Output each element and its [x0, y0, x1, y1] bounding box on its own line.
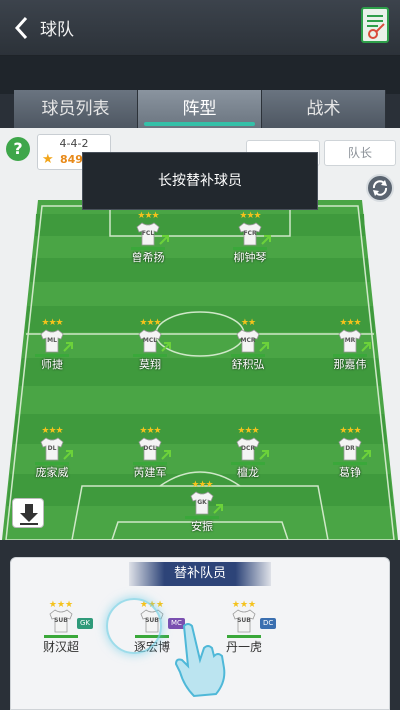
- player-position: DR: [345, 445, 355, 452]
- player-position: MCL: [142, 337, 158, 344]
- player-name: 庞家威: [35, 466, 69, 479]
- top-bar: 球队: [0, 0, 400, 56]
- page-title: 球队: [40, 20, 74, 40]
- rating-star-icon: ★: [42, 152, 54, 167]
- player-position: SUB: [54, 617, 68, 624]
- player-dcl[interactable]: ★★★ DCL 芮建军: [120, 426, 180, 488]
- green-arrow-icon: [63, 342, 73, 352]
- player-position: ML: [47, 337, 57, 344]
- tab-player-list[interactable]: 球员列表: [14, 90, 138, 128]
- green-arrow-icon: [361, 450, 371, 460]
- player-fcr[interactable]: ★★★ FCR 柳钟琴: [220, 211, 280, 273]
- help-icon[interactable]: ?: [6, 137, 30, 161]
- substitute-player[interactable]: ★★★ SUB DC 丹一虎: [224, 600, 294, 670]
- green-arrow-icon: [261, 235, 271, 245]
- player-name: 莫翔: [139, 358, 161, 371]
- green-arrow-icon: [63, 450, 73, 460]
- player-fcl[interactable]: ★★★ FCL 曾希扬: [118, 211, 178, 273]
- substitute-player[interactable]: ★★★ SUB GK 财汉超: [41, 600, 111, 670]
- back-arrow-icon[interactable]: [10, 14, 34, 42]
- player-name: 柳钟琴: [233, 251, 267, 264]
- pointing-hand-icon: [170, 620, 230, 700]
- player-position: GK: [197, 499, 207, 506]
- player-name: 师捷: [41, 358, 63, 371]
- player-stars: ★★★: [339, 318, 361, 328]
- player-name: 葛铮: [339, 466, 361, 479]
- player-gk[interactable]: ★★★ GK 安振: [172, 480, 232, 542]
- green-arrow-icon: [159, 235, 169, 245]
- player-stars: ★★★: [41, 426, 63, 436]
- press-ring-indicator: [106, 598, 162, 654]
- player-stars: ★★★: [41, 318, 63, 328]
- player-stars: ★★★: [239, 211, 261, 221]
- player-stars: ★★★: [339, 426, 361, 436]
- player-ml[interactable]: ★★★ ML 师捷: [22, 318, 82, 380]
- green-arrow-icon: [161, 450, 171, 460]
- download-icon[interactable]: [12, 498, 44, 528]
- tab-bar: 球员列表 阵型 战术: [14, 90, 386, 128]
- player-name: 安振: [191, 520, 213, 533]
- player-position: MR: [344, 337, 356, 344]
- captain-button[interactable]: 队长: [324, 140, 396, 166]
- player-name: 舒积弘: [231, 358, 265, 371]
- player-stars: ★★★: [139, 318, 161, 328]
- formation-rating: 849: [60, 153, 83, 166]
- player-dl[interactable]: ★★★ DL 庞家威: [22, 426, 82, 488]
- green-arrow-icon: [259, 450, 269, 460]
- refresh-icon[interactable]: [366, 174, 394, 202]
- player-position: DL: [47, 445, 57, 452]
- green-arrow-icon: [259, 342, 269, 352]
- substitutes-title: 替补队员: [129, 562, 271, 586]
- green-arrow-icon: [161, 342, 171, 352]
- player-name: 芮建军: [133, 466, 167, 479]
- tab-formation[interactable]: 阵型: [138, 90, 262, 128]
- player-name: 曾希扬: [131, 251, 165, 264]
- player-position: DCL: [143, 445, 157, 452]
- player-stars: ★★★: [237, 426, 259, 436]
- position-tag: DC: [260, 618, 277, 629]
- player-name: 那嘉伟: [333, 358, 367, 371]
- green-arrow-icon: [213, 504, 223, 514]
- player-position: FCR: [243, 230, 257, 237]
- player-mcr[interactable]: ★★ MCR 舒积弘: [218, 318, 278, 380]
- player-stars: ★★: [240, 318, 256, 328]
- notepad-icon[interactable]: [360, 6, 390, 44]
- player-name: 财汉超: [42, 640, 79, 654]
- player-stars: ★★★: [137, 211, 159, 221]
- player-stars: ★★★: [191, 480, 213, 490]
- header-band: [0, 56, 400, 94]
- player-mr[interactable]: ★★★ MR 那嘉伟: [320, 318, 380, 380]
- player-dcr[interactable]: ★★★ DCR 檀龙: [218, 426, 278, 488]
- player-position: DCR: [240, 445, 255, 452]
- player-position: FCL: [141, 230, 155, 237]
- green-arrow-icon: [361, 342, 371, 352]
- player-name: 檀龙: [237, 466, 259, 479]
- tooltip: 长按替补球员: [82, 152, 318, 210]
- tab-tactics[interactable]: 战术: [262, 90, 386, 128]
- formation-name: 4-4-2: [59, 137, 89, 150]
- player-position: MCR: [240, 337, 256, 344]
- position-tag: GK: [77, 618, 94, 629]
- player-dr[interactable]: ★★★ DR 葛铮: [320, 426, 380, 488]
- player-stars: ★★★: [139, 426, 161, 436]
- player-position: SUB: [237, 617, 251, 624]
- player-mcl[interactable]: ★★★ MCL 莫翔: [120, 318, 180, 380]
